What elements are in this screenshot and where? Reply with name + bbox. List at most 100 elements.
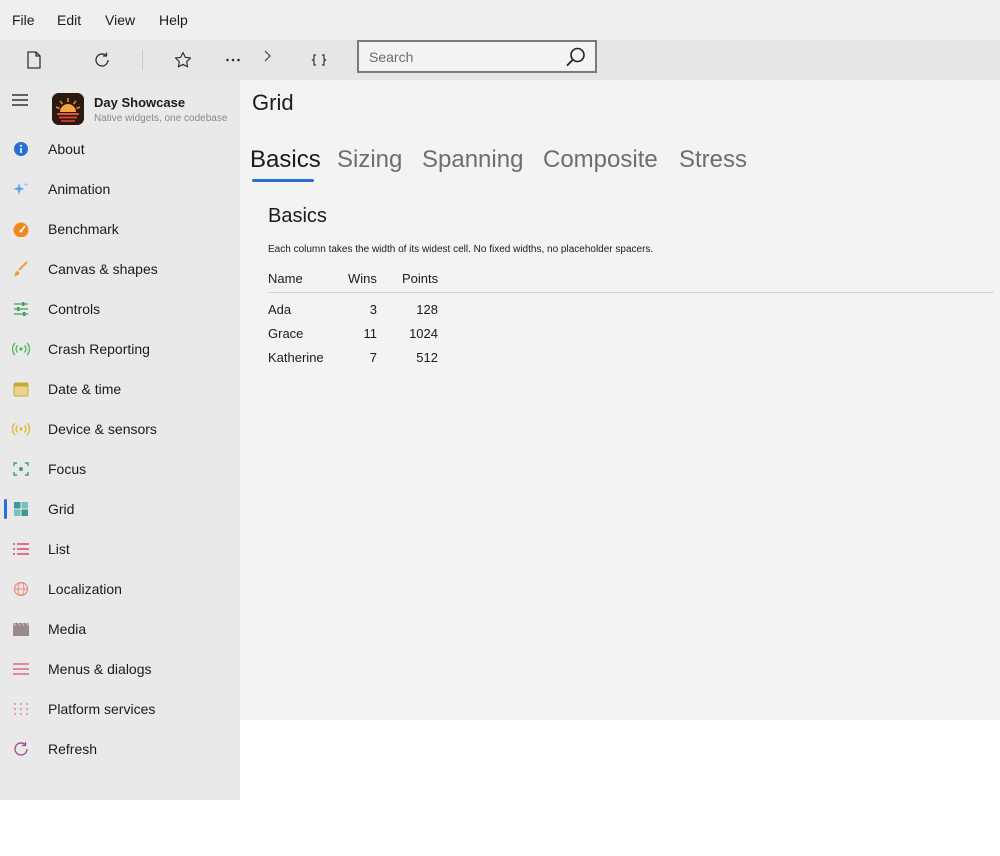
- refresh-button[interactable]: [90, 48, 114, 72]
- sidebar-item-label: Animation: [48, 181, 111, 197]
- sidebar-item-label: Device & sensors: [48, 421, 157, 437]
- bracket-icon: [311, 54, 327, 66]
- search-input[interactable]: [359, 42, 565, 71]
- overflow-chevron-button[interactable]: [255, 44, 279, 68]
- brush-icon: [14, 261, 28, 276]
- section-description: Each column takes the width of its wides…: [268, 244, 654, 255]
- bracket-button[interactable]: [307, 48, 331, 72]
- sidebar-item-grid[interactable]: Grid: [0, 491, 240, 527]
- more-icon: [226, 58, 240, 62]
- sidebar-item-platform-services[interactable]: Platform services: [0, 691, 240, 727]
- sunrise-logo-icon: [52, 93, 84, 125]
- sidebar-item-localization[interactable]: Localization: [0, 571, 240, 607]
- star-icon: [174, 51, 192, 68]
- sidebar-item-label: Grid: [48, 501, 75, 517]
- tab-composite[interactable]: Composite: [543, 146, 658, 174]
- sidebar-item-label: Focus: [48, 461, 87, 477]
- sidebar-item-canvas-shapes[interactable]: Canvas & shapes: [0, 251, 240, 287]
- refresh-icon: [95, 52, 109, 67]
- sidebar-item-label: Menus & dialogs: [48, 661, 152, 677]
- tab-spanning[interactable]: Spanning: [422, 146, 523, 174]
- cell-wins: 11: [363, 326, 378, 341]
- cell-name: Katherine: [268, 350, 324, 365]
- section-title: Basics: [268, 205, 327, 227]
- grid-icon: [14, 502, 28, 516]
- menu-view[interactable]: View: [105, 12, 135, 28]
- clapper-icon: [13, 622, 29, 636]
- sliders-icon: [14, 302, 28, 316]
- sensor-icon: [12, 422, 30, 436]
- column-header-wins: Wins: [348, 271, 377, 286]
- sidebar-item-label: Controls: [48, 301, 101, 317]
- new-file-button[interactable]: [22, 48, 46, 72]
- globe-icon: [13, 581, 29, 597]
- main-content: Grid Basics Sizing Spanning Composite St…: [240, 80, 1000, 720]
- info-icon: [14, 142, 28, 156]
- sidebar-item-media[interactable]: Media: [0, 611, 240, 647]
- sidebar-item-date-time[interactable]: Date & time: [0, 371, 240, 407]
- page-title: Grid: [252, 90, 294, 115]
- search-icon[interactable]: [565, 46, 587, 68]
- app-title: Day Showcase: [94, 95, 186, 110]
- dots-grid-icon: [13, 702, 29, 716]
- list-icon: [13, 543, 29, 555]
- sidebar-item-about[interactable]: About: [0, 131, 240, 167]
- cell-points: 1024: [409, 326, 438, 341]
- search-box: [357, 40, 597, 73]
- header-divider: [268, 292, 994, 293]
- cell-points: 512: [416, 350, 438, 365]
- sidebar-item-refresh[interactable]: Refresh: [0, 731, 240, 767]
- gauge-icon: [13, 222, 29, 237]
- app-subtitle: Native widgets, one codebase: [94, 113, 228, 124]
- sidebar-item-list[interactable]: List: [0, 531, 240, 567]
- favorite-button[interactable]: [171, 48, 195, 72]
- sidebar-item-menus-dialogs[interactable]: Menus & dialogs: [0, 651, 240, 687]
- hamburger-icon[interactable]: [10, 90, 30, 110]
- cell-wins: 7: [369, 350, 377, 365]
- calendar-icon: [13, 382, 29, 397]
- menu-file[interactable]: File: [12, 12, 35, 28]
- sidebar: Day Showcase Native widgets, one codebas…: [0, 80, 240, 800]
- sidebar-item-label: About: [48, 141, 85, 157]
- cell-name: Grace: [268, 326, 304, 341]
- sidebar-item-label: Platform services: [48, 701, 156, 717]
- sidebar-item-label: Canvas & shapes: [48, 261, 158, 277]
- sidebar-item-benchmark[interactable]: Benchmark: [0, 211, 240, 247]
- sidebar-item-label: List: [48, 541, 70, 557]
- tab-stress[interactable]: Stress: [679, 146, 747, 174]
- menu-help[interactable]: Help: [159, 12, 188, 28]
- more-button[interactable]: [221, 48, 245, 72]
- sidebar-item-device-sensors[interactable]: Device & sensors: [0, 411, 240, 447]
- sidebar-item-label: Media: [48, 621, 87, 637]
- sidebar-item-label: Localization: [48, 581, 122, 597]
- focus-icon: [13, 462, 29, 476]
- cell-name: Ada: [268, 302, 292, 317]
- new-file-icon: [27, 51, 41, 69]
- active-tab-indicator: [252, 179, 314, 182]
- menu-edit[interactable]: Edit: [57, 12, 81, 28]
- sidebar-item-focus[interactable]: Focus: [0, 451, 240, 487]
- sidebar-item-animation[interactable]: Animation: [0, 171, 240, 207]
- tab-basics[interactable]: Basics: [250, 146, 321, 174]
- selection-indicator: [4, 499, 7, 519]
- cell-wins: 3: [369, 302, 377, 317]
- chevron-right-icon: [264, 50, 271, 62]
- cell-points: 128: [416, 302, 438, 317]
- tab-sizing[interactable]: Sizing: [337, 146, 402, 174]
- menu-bar: File Edit View Help: [0, 0, 1000, 40]
- toolbar-separator: [142, 50, 143, 70]
- broadcast-icon: [12, 342, 30, 356]
- sidebar-item-controls[interactable]: Controls: [0, 291, 240, 327]
- menu-lines-icon: [13, 663, 29, 675]
- sparkle-icon: [13, 182, 29, 195]
- refresh-nav-icon: [14, 742, 28, 756]
- sidebar-item-label: Benchmark: [48, 221, 119, 237]
- sidebar-item-label: Refresh: [48, 741, 98, 757]
- app-logo: [52, 93, 84, 125]
- sidebar-item-label: Crash Reporting: [48, 341, 150, 357]
- toolbar: [0, 40, 1000, 80]
- sidebar-item-crash-reporting[interactable]: Crash Reporting: [0, 331, 240, 367]
- column-header-name: Name: [268, 271, 303, 286]
- column-header-points: Points: [402, 271, 439, 286]
- sidebar-item-label: Date & time: [48, 381, 122, 397]
